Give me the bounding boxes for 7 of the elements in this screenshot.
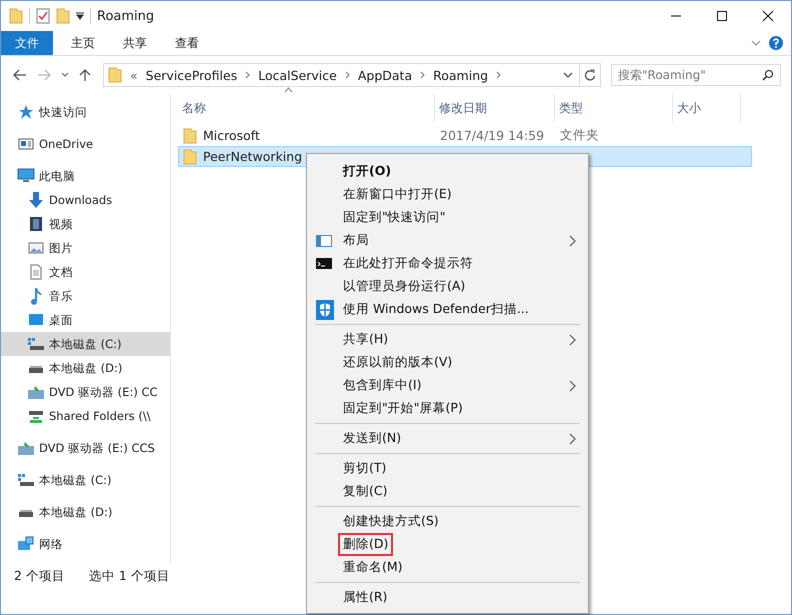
file-name: PeerNetworking [203,149,302,164]
item-count: 2 个项目 [14,568,65,584]
selection-count: 选中 1 个项目 [88,568,170,584]
type-cell-text: 文件夹 [559,127,600,144]
file-name: Microsoft [203,128,260,143]
date-cell-text: 2017/4/19 14:59 [439,128,546,143]
window-title: Roaming [97,8,156,24]
